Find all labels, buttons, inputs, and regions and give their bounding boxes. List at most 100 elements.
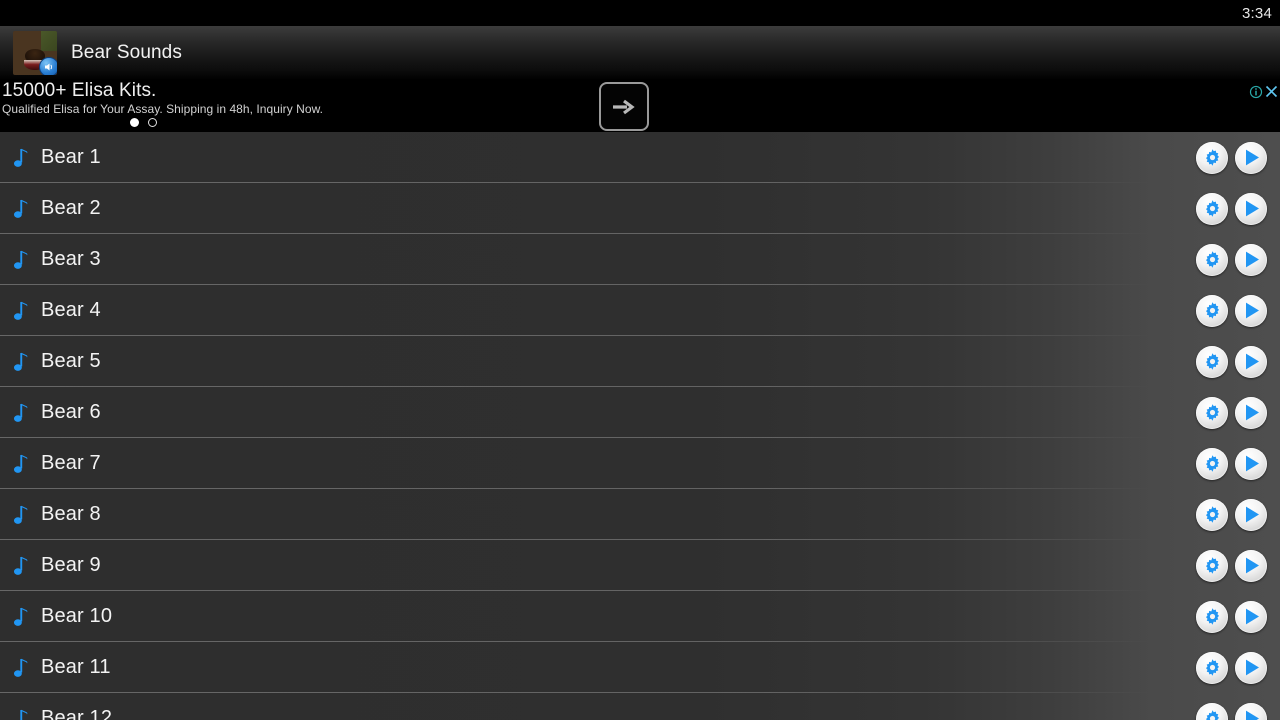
ad-headline: 15000+ Elisa Kits. — [2, 80, 157, 101]
settings-button[interactable] — [1196, 192, 1228, 225]
list-item[interactable]: Bear 3 — [0, 234, 1280, 285]
list-item[interactable]: Bear 1 — [0, 132, 1280, 183]
list-item-actions[interactable] — [1196, 549, 1267, 582]
arrow-right-icon — [613, 99, 635, 114]
play-button[interactable] — [1235, 243, 1267, 276]
gear-icon — [1205, 710, 1219, 720]
list-item-actions[interactable] — [1196, 141, 1267, 174]
list-item[interactable]: Bear 6 — [0, 387, 1280, 438]
list-item[interactable]: Bear 2 — [0, 183, 1280, 234]
music-note-icon — [8, 658, 34, 678]
play-button[interactable] — [1235, 447, 1267, 480]
list-item-actions[interactable] — [1196, 243, 1267, 276]
play-icon — [1245, 353, 1259, 370]
list-item[interactable]: Bear 4 — [0, 285, 1280, 336]
bear-photo-icon[interactable] — [13, 31, 57, 75]
settings-button[interactable] — [1196, 498, 1228, 531]
play-icon — [1245, 149, 1259, 166]
settings-button[interactable] — [1196, 702, 1228, 720]
settings-button[interactable] — [1196, 396, 1228, 429]
list-item-actions[interactable] — [1196, 651, 1267, 684]
settings-button[interactable] — [1196, 549, 1228, 582]
ad-dot-1[interactable] — [130, 118, 139, 127]
ad-page-dots[interactable] — [130, 118, 157, 127]
list-item[interactable]: Bear 11 — [0, 642, 1280, 693]
play-icon — [1245, 404, 1259, 421]
status-bar: 3:34 — [0, 0, 1280, 26]
play-icon — [1245, 506, 1259, 523]
list-item-actions[interactable] — [1196, 192, 1267, 225]
list-item-label: Bear 8 — [41, 503, 101, 525]
music-note-icon — [8, 454, 34, 474]
play-icon — [1245, 302, 1259, 319]
settings-button[interactable] — [1196, 600, 1228, 633]
play-icon — [1245, 608, 1259, 625]
play-icon — [1245, 659, 1259, 676]
music-note-icon — [8, 403, 34, 423]
music-note-icon — [8, 301, 34, 321]
settings-button[interactable] — [1196, 141, 1228, 174]
list-item[interactable]: Bear 10 — [0, 591, 1280, 642]
play-button[interactable] — [1235, 498, 1267, 531]
status-clock: 3:34 — [1242, 4, 1272, 22]
gear-icon — [1205, 506, 1219, 523]
settings-button[interactable] — [1196, 447, 1228, 480]
settings-button[interactable] — [1196, 651, 1228, 684]
list-item-actions[interactable] — [1196, 294, 1267, 327]
bear-photo-background — [41, 31, 57, 52]
play-button[interactable] — [1235, 549, 1267, 582]
info-circle-icon[interactable] — [1249, 85, 1263, 99]
play-button[interactable] — [1235, 192, 1267, 225]
action-bar: Bear Sounds — [0, 26, 1280, 80]
list-item-label: Bear 6 — [41, 401, 101, 423]
play-icon — [1245, 557, 1259, 574]
play-button[interactable] — [1235, 651, 1267, 684]
list-item-label: Bear 11 — [41, 656, 111, 678]
close-x-icon[interactable] — [1264, 84, 1279, 99]
ad-cta-button[interactable] — [599, 82, 649, 131]
play-button[interactable] — [1235, 294, 1267, 327]
gear-icon — [1205, 200, 1219, 217]
play-button[interactable] — [1235, 396, 1267, 429]
gear-icon — [1205, 557, 1219, 574]
gear-icon — [1205, 659, 1219, 676]
sound-list[interactable]: Bear 1 Bear 2 Bear 3 Bear 4 Bear 5 Bear 6 Bear… — [0, 132, 1280, 720]
play-button[interactable] — [1235, 702, 1267, 720]
settings-button[interactable] — [1196, 345, 1228, 378]
list-item-label: Bear 7 — [41, 452, 101, 474]
ad-dot-2[interactable] — [148, 118, 157, 127]
play-icon — [1245, 251, 1259, 268]
ad-banner[interactable]: 15000+ Elisa Kits. Qualified Elisa for Y… — [0, 80, 1280, 132]
list-item-label: Bear 10 — [41, 605, 113, 627]
settings-button[interactable] — [1196, 243, 1228, 276]
list-item-actions[interactable] — [1196, 702, 1267, 720]
list-item-actions[interactable] — [1196, 498, 1267, 531]
music-note-icon — [8, 148, 34, 168]
music-note-icon — [8, 556, 34, 576]
play-button[interactable] — [1235, 600, 1267, 633]
gear-icon — [1205, 353, 1219, 370]
gear-icon — [1205, 404, 1219, 421]
music-note-icon — [8, 505, 34, 525]
list-item[interactable]: Bear 8 — [0, 489, 1280, 540]
music-note-icon — [8, 352, 34, 372]
play-icon — [1245, 455, 1259, 472]
play-button[interactable] — [1235, 141, 1267, 174]
music-note-icon — [8, 607, 34, 627]
list-item-label: Bear 3 — [41, 248, 101, 270]
list-item-label: Bear 9 — [41, 554, 101, 576]
list-item[interactable]: Bear 5 — [0, 336, 1280, 387]
list-item-actions[interactable] — [1196, 447, 1267, 480]
list-item[interactable]: Bear 12 — [0, 693, 1280, 720]
list-item-actions[interactable] — [1196, 396, 1267, 429]
play-icon — [1245, 200, 1259, 217]
list-item-actions[interactable] — [1196, 600, 1267, 633]
list-item[interactable]: Bear 7 — [0, 438, 1280, 489]
list-item-actions[interactable] — [1196, 345, 1267, 378]
play-button[interactable] — [1235, 345, 1267, 378]
settings-button[interactable] — [1196, 294, 1228, 327]
adchoices-controls[interactable] — [1249, 84, 1279, 99]
list-item-label: Bear 2 — [41, 197, 101, 219]
music-note-icon — [8, 199, 34, 219]
list-item[interactable]: Bear 9 — [0, 540, 1280, 591]
